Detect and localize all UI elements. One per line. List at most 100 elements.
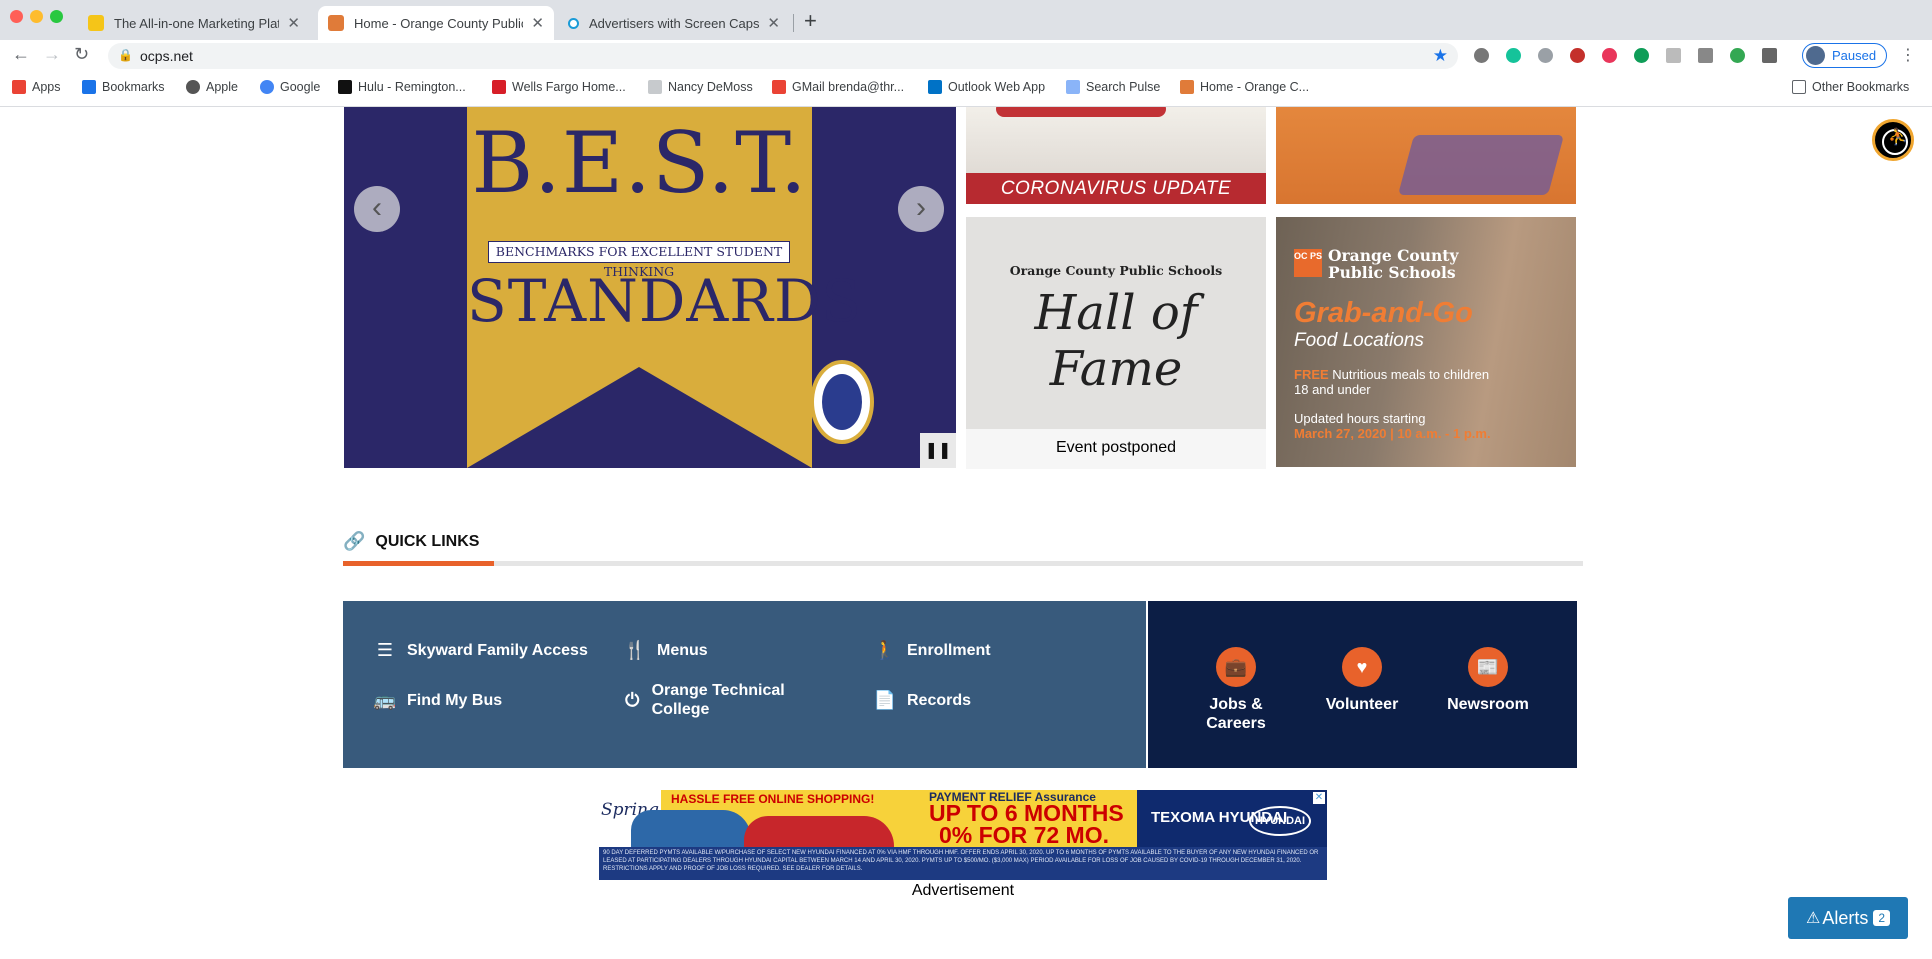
reload-icon[interactable]: ↻ — [74, 44, 89, 65]
bookmark-google[interactable]: Google — [260, 80, 320, 94]
url-text[interactable]: ocps.net — [140, 48, 193, 64]
window-zoom-button[interactable] — [50, 10, 63, 23]
heart-icon: ♥ — [1342, 647, 1382, 687]
quick-link-skyward[interactable]: ☰ Skyward Family Access — [373, 641, 588, 660]
slider-prev-button[interactable]: ‹ — [354, 186, 400, 232]
extension-icon-9[interactable] — [1730, 48, 1745, 63]
jobs-careers-link[interactable]: 💼 Jobs & Careers — [1186, 647, 1286, 733]
window-close-button[interactable] — [10, 10, 23, 23]
address-bar[interactable]: 🔒 ocps.net ★ — [108, 43, 1458, 69]
alerts-button[interactable]: ⚠ Alerts 2 — [1788, 897, 1908, 939]
advertisement-label: Advertisement — [911, 882, 1015, 899]
bookmark-nancy[interactable]: Nancy DeMoss — [648, 80, 753, 94]
forward-arrow-icon[interactable]: → — [43, 44, 61, 65]
folder-icon — [1792, 80, 1806, 94]
quick-link-orange-technical-college[interactable]: ⏻ Orange Technical College — [623, 681, 803, 719]
tab-close-icon[interactable]: ✕ — [287, 14, 300, 32]
drive-icon[interactable] — [1538, 48, 1553, 63]
star-icon — [82, 80, 96, 94]
slider-pause-button[interactable]: ❚❚ — [920, 433, 956, 468]
grab-org: Orange County Public Schools — [1328, 247, 1458, 281]
google-icon — [260, 80, 274, 94]
browser-tab-2[interactable]: Home - Orange County Public ✕ — [318, 6, 554, 40]
wellsfargo-icon — [492, 80, 506, 94]
leaf-icon — [648, 80, 662, 94]
bookmark-outlook[interactable]: Outlook Web App — [928, 80, 1045, 94]
bookmark-apps[interactable]: Apps — [12, 80, 61, 94]
quick-link-label: Enrollment — [907, 642, 991, 659]
slide-subtitle: BENCHMARKS FOR EXCELLENT STUDENT THINKIN… — [488, 241, 790, 279]
alerts-label: Alerts — [1822, 907, 1869, 928]
hulu-icon — [338, 80, 352, 94]
hall-of-fame-tile[interactable]: Orange County Public Schools Hall of Fam… — [966, 217, 1266, 469]
ad-fine-print: 90 DAY DEFERRED PYMTS AVAILABLE W/PURCHA… — [599, 847, 1327, 880]
bookmark-label: Hulu - Remington... — [358, 80, 466, 94]
extension-icon-8[interactable] — [1698, 48, 1713, 63]
quick-link-find-my-bus[interactable]: 🚌 Find My Bus — [373, 691, 502, 710]
tab-favicon-icon — [88, 15, 104, 31]
grab-title: Grab-and-Go — [1294, 297, 1473, 329]
other-bookmarks[interactable]: Other Bookmarks — [1792, 80, 1909, 94]
accessibility-button[interactable]: ⛹ — [1872, 119, 1914, 161]
extension-icon-10[interactable] — [1762, 48, 1777, 63]
bookmark-bookmarks[interactable]: Bookmarks — [82, 80, 165, 94]
extension-icon-1[interactable] — [1474, 48, 1489, 63]
newspaper-icon: 📰 — [1468, 647, 1508, 687]
window-minimize-button[interactable] — [30, 10, 43, 23]
grab-and-go-tile[interactable]: OC PS Orange County Public Schools Grab-… — [1276, 217, 1576, 467]
bookmark-gmail[interactable]: GMail brenda@thr... — [772, 80, 904, 94]
back-arrow-icon[interactable]: ← — [12, 44, 30, 65]
quick-links-title: QUICK LINKS — [375, 532, 480, 550]
new-tab-button[interactable]: + — [804, 8, 817, 34]
promo-tile[interactable] — [1276, 107, 1576, 204]
bookmark-label: GMail brenda@thr... — [792, 80, 905, 94]
grab-org-line: Public Schools — [1328, 263, 1456, 282]
bookmark-apple[interactable]: Apple — [186, 80, 238, 94]
browser-tab-1[interactable]: The All-in-one Marketing Platfo ✕ — [78, 6, 310, 40]
newsroom-link[interactable]: 📰 Newsroom — [1438, 647, 1538, 714]
accessibility-person-icon: ⛹ — [1888, 129, 1908, 146]
tab-close-icon[interactable]: ✕ — [531, 14, 544, 32]
grammarly-icon[interactable] — [1506, 48, 1521, 63]
profile-button[interactable]: Paused — [1802, 43, 1887, 68]
grab-free-text: FREE Nutritious meals to children 18 and… — [1294, 367, 1489, 397]
quick-link-label: Records — [907, 692, 972, 709]
extension-icon-7[interactable] — [1666, 48, 1681, 63]
bookmark-wellsfargo[interactable]: Wells Fargo Home... — [492, 80, 626, 94]
warning-icon: ⚠ — [1805, 910, 1821, 927]
coronavirus-update-tile[interactable]: CORONAVIRUS UPDATE — [966, 107, 1266, 204]
featured-links-panel: 💼 Jobs & Careers ♥ Volunteer 📰 Newsroom — [1148, 601, 1577, 768]
quick-link-enrollment[interactable]: 🚶 Enrollment — [873, 641, 991, 660]
youtube-icon[interactable] — [1570, 48, 1585, 63]
grab-free-line: 18 and under — [1294, 382, 1371, 397]
bookmark-ocps[interactable]: Home - Orange C... — [1180, 80, 1309, 94]
quick-links-heading: 🔗 QUICK LINKS — [343, 531, 479, 552]
tab-favicon-icon — [328, 15, 344, 31]
extension-icon-5[interactable] — [1602, 48, 1617, 63]
bookmark-hulu[interactable]: Hulu - Remington... — [338, 80, 466, 94]
ad-choices-close-icon[interactable]: ✕ — [1313, 792, 1325, 804]
volunteer-link[interactable]: ♥ Volunteer — [1312, 647, 1412, 714]
slide-title: B.E.S.T. — [471, 114, 808, 212]
bookmark-label: Bookmarks — [102, 80, 165, 94]
tile-art — [996, 107, 1166, 117]
quick-link-label: Skyward Family Access — [407, 642, 588, 659]
slide-title-standards: STANDARDS — [467, 267, 863, 335]
bookmark-star-icon[interactable]: ★ — [1433, 46, 1448, 66]
bookmark-label: Nancy DeMoss — [668, 80, 753, 94]
hof-caption: Event postponed — [1055, 439, 1177, 456]
quick-link-menus[interactable]: 🍴 Menus — [623, 641, 708, 660]
browser-tab-3[interactable]: Advertisers with Screen Caps o ✕ — [558, 6, 790, 40]
browser-menu-icon[interactable]: ⋮ — [1900, 45, 1916, 65]
banner-chevron — [467, 347, 812, 468]
person-icon: 🚶 — [873, 640, 897, 660]
slider-next-button[interactable]: › — [898, 186, 944, 232]
featured-link-label: Volunteer — [1325, 696, 1399, 713]
advertisement-banner[interactable]: Spring HASSLE FREE ONLINE SHOPPING! PAYM… — [599, 790, 1327, 880]
grab-hours: Updated hours starting March 27, 2020 | … — [1294, 411, 1491, 441]
quick-link-records[interactable]: 📄 Records — [873, 691, 971, 710]
tab-close-icon[interactable]: ✕ — [767, 14, 780, 32]
extension-icon-6[interactable] — [1634, 48, 1649, 63]
hero-slider[interactable]: B.E.S.T. BENCHMARKS FOR EXCELLENT STUDEN… — [344, 107, 956, 468]
bookmark-searchpulse[interactable]: Search Pulse — [1066, 80, 1160, 94]
